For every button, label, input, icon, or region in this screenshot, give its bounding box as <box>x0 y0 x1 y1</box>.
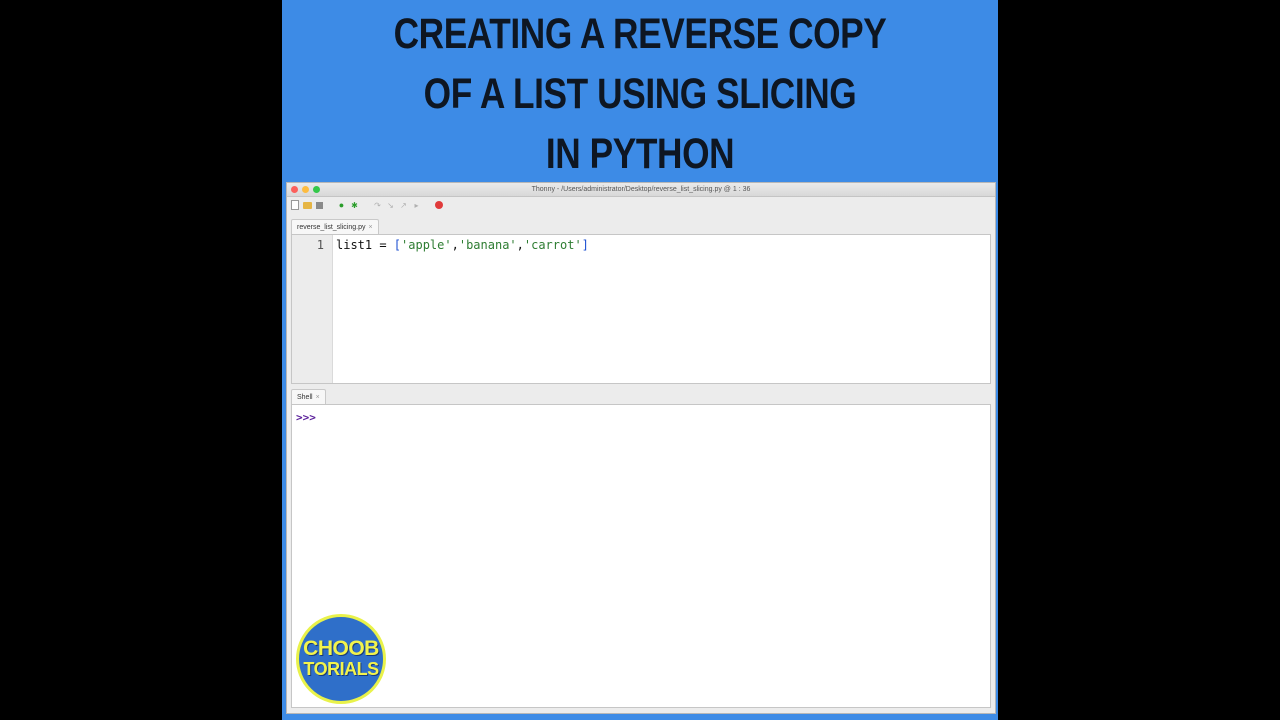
title-line-3: IN PYTHON <box>545 130 735 178</box>
tab-close-icon[interactable]: × <box>368 224 372 231</box>
window-title: Thonny - /Users/administrator/Desktop/re… <box>531 186 751 193</box>
step-into-icon[interactable]: ↘ <box>386 201 395 210</box>
line-number-gutter: 1 <box>292 235 333 383</box>
code-comma: , <box>516 238 524 252</box>
open-folder-icon[interactable] <box>303 201 312 209</box>
shell-prompt: >>> <box>296 411 316 424</box>
video-frame: CREATING A REVERSE COPY OF A LIST USING … <box>282 0 998 720</box>
run-icon[interactable]: ● <box>337 200 346 210</box>
shell-tab[interactable]: Shell × <box>291 389 326 405</box>
debug-icon[interactable]: ✱ <box>350 201 359 210</box>
title-line-2: OF A LIST USING SLICING <box>423 70 857 118</box>
tab-close-icon[interactable]: × <box>316 394 320 401</box>
editor-tab-label: reverse_list_slicing.py <box>297 224 366 231</box>
stop-icon[interactable] <box>435 201 443 209</box>
step-over-icon[interactable]: ↷ <box>373 201 382 210</box>
editor-tabbar: reverse_list_slicing.py × <box>287 216 995 235</box>
code-comma: , <box>451 238 459 252</box>
shell-panel[interactable]: >>> <box>291 404 991 708</box>
new-file-icon[interactable] <box>291 200 299 210</box>
window-titlebar[interactable]: Thonny - /Users/administrator/Desktop/re… <box>287 183 995 197</box>
resume-icon[interactable]: ▸ <box>412 201 421 210</box>
code-string-banana: 'banana' <box>458 238 517 252</box>
title-line-1: CREATING A REVERSE COPY <box>393 10 887 58</box>
logo-line-1: CHOOB <box>303 637 379 660</box>
video-title: CREATING A REVERSE COPY OF A LIST USING … <box>346 4 933 184</box>
code-open-bracket: [ <box>393 238 402 252</box>
shell-tab-label: Shell <box>297 394 313 401</box>
choobtorials-logo: CHOOB TORIALS <box>296 614 386 704</box>
code-editor[interactable]: 1 list1 = ['apple','banana','carrot'] <box>291 234 991 384</box>
line-number: 1 <box>316 238 324 252</box>
editor-tab[interactable]: reverse_list_slicing.py × <box>291 219 379 235</box>
toolbar: ● ✱ ↷ ↘ ↗ ▸ <box>287 197 995 213</box>
logo-line-2: TORIALS <box>303 659 379 679</box>
step-out-icon[interactable]: ↗ <box>399 201 408 210</box>
code-close-bracket: ] <box>581 238 589 252</box>
shell-tabbar: Shell × <box>287 387 995 405</box>
code-variable: list1 = <box>336 238 394 252</box>
code-string-apple: 'apple' <box>401 238 452 252</box>
code-line[interactable]: list1 = ['apple','banana','carrot'] <box>336 237 589 253</box>
thonny-window: Thonny - /Users/administrator/Desktop/re… <box>286 182 996 714</box>
save-icon[interactable] <box>316 201 323 209</box>
code-string-carrot: 'carrot' <box>523 238 582 252</box>
